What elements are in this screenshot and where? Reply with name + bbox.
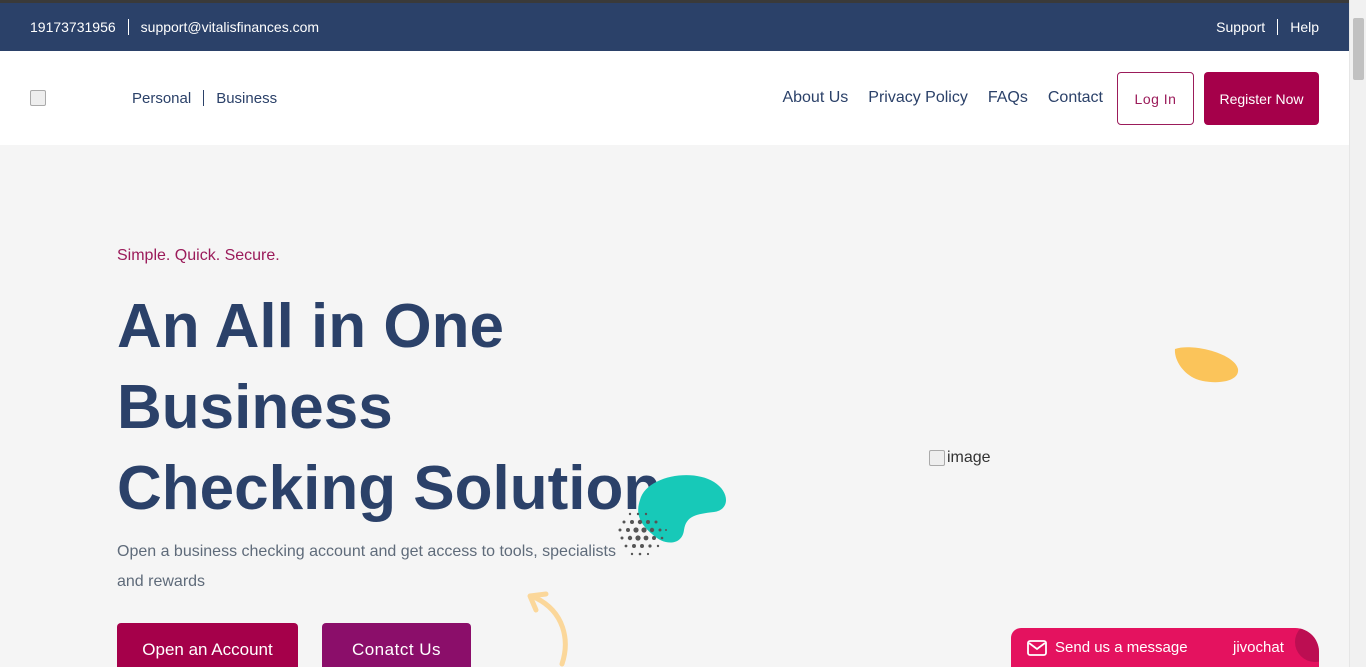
hero-title: An All in One Business Checking Solution [117, 286, 677, 529]
yellow-blob-decoration [1174, 347, 1239, 383]
support-link[interactable]: Support [1216, 19, 1265, 35]
hero-title-line: Checking Solution [117, 454, 662, 523]
nav-contact[interactable]: Contact [1048, 89, 1103, 107]
hero-image: image [929, 449, 991, 467]
open-account-button[interactable]: Open an Account [117, 623, 298, 667]
curved-arrow-decoration [527, 591, 568, 667]
personal-link[interactable]: Personal [132, 90, 191, 107]
broken-image-icon [929, 450, 945, 466]
business-link[interactable]: Business [216, 90, 277, 107]
phone-number[interactable]: 19173731956 [30, 19, 116, 35]
chat-brand-logo: jivochat [1233, 639, 1284, 656]
hero-tagline: Simple. Quick. Secure. [117, 247, 280, 264]
hero-title-line: Business [117, 373, 393, 442]
help-link[interactable]: Help [1290, 19, 1319, 35]
logo-broken-image-icon[interactable] [30, 90, 46, 106]
scrollbar-thumb[interactable] [1353, 18, 1364, 80]
login-button[interactable]: Log In [1117, 72, 1194, 125]
divider [203, 90, 205, 106]
chat-message-label[interactable]: Send us a message [1055, 639, 1188, 656]
nav-about-us[interactable]: About Us [782, 89, 848, 107]
divider [1277, 19, 1279, 35]
divider [127, 19, 129, 35]
hero-description: Open a business checking account and get… [117, 543, 616, 590]
page-scrollbar[interactable] [1349, 0, 1366, 667]
account-type-switch: Personal Business [132, 51, 277, 145]
contact-us-button[interactable]: Conatct Us [322, 623, 471, 667]
chat-corner-decoration [1295, 628, 1319, 662]
hero-title-line: An All in One [117, 292, 504, 361]
nav-privacy-policy[interactable]: Privacy Policy [868, 89, 968, 107]
chat-widget[interactable]: Send us a message jivochat [1011, 628, 1319, 667]
top-contact-bar: 19173731956 support@vitalisfinances.com … [0, 0, 1349, 51]
nav-faqs[interactable]: FAQs [988, 89, 1028, 107]
register-button[interactable]: Register Now [1204, 72, 1319, 125]
dots-pattern-decoration [618, 512, 667, 556]
support-email[interactable]: support@vitalisfinances.com [141, 19, 319, 35]
site-header: Personal Business About Us Privacy Polic… [0, 51, 1349, 145]
mail-icon [1027, 640, 1047, 656]
hero-image-alt: image [947, 449, 991, 466]
main-nav: About Us Privacy Policy FAQs Contact [762, 51, 1103, 145]
